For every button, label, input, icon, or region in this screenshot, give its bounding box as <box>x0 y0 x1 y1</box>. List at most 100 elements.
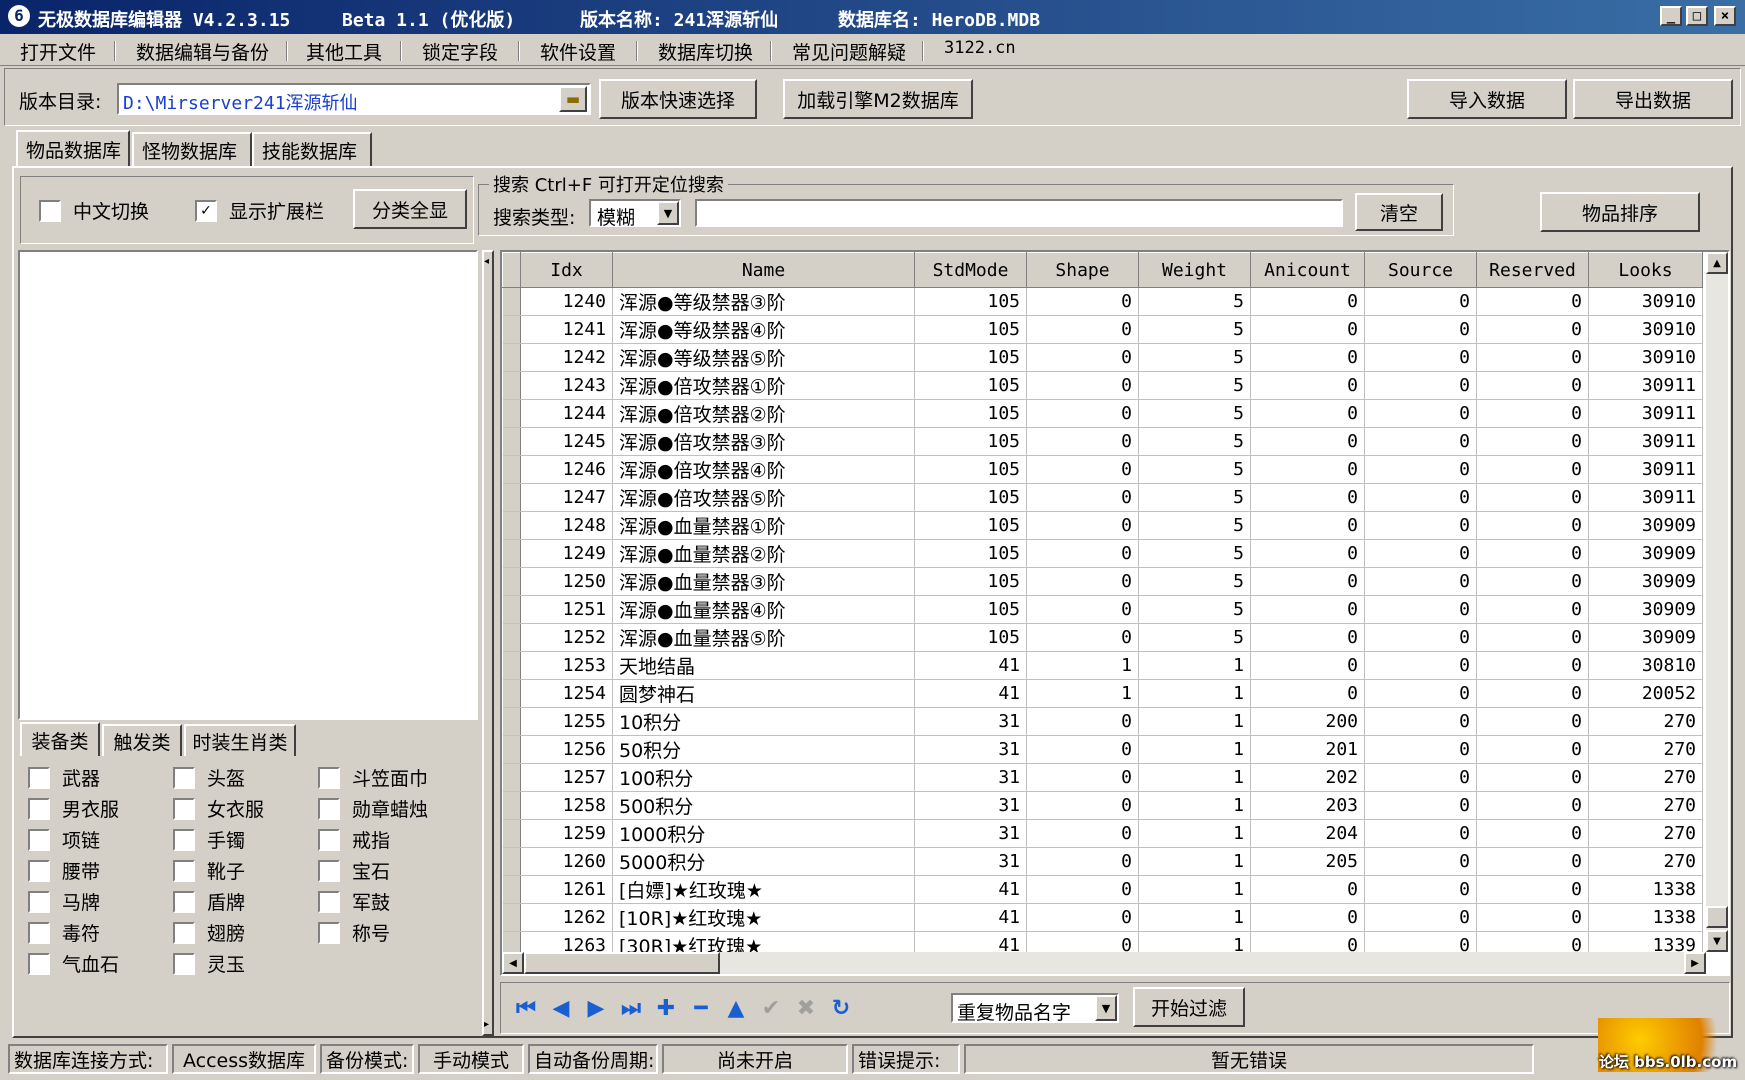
cell-shape[interactable]: 0 <box>1026 511 1139 540</box>
column-header-weight[interactable]: Weight <box>1138 252 1251 288</box>
cell-anicount[interactable]: 0 <box>1250 483 1365 512</box>
row-indicator[interactable] <box>502 623 521 652</box>
cell-anicount[interactable]: 0 <box>1250 903 1365 932</box>
cell-anicount[interactable]: 0 <box>1250 623 1365 652</box>
cell-shape[interactable]: 0 <box>1026 483 1139 512</box>
cell-source[interactable]: 0 <box>1364 315 1477 344</box>
cell-source[interactable]: 0 <box>1364 903 1477 932</box>
cell-shape[interactable]: 0 <box>1026 735 1139 764</box>
checkbox-box[interactable] <box>28 921 50 944</box>
cell-shape[interactable]: 0 <box>1026 903 1139 932</box>
cell-stdmode[interactable]: 31 <box>914 735 1027 764</box>
table-row[interactable]: 1258 500积分 31 0 1 203 0 0 270 <box>502 791 1703 820</box>
cell-weight[interactable]: 1 <box>1138 791 1251 820</box>
category-checkbox[interactable]: 武器 <box>28 764 100 791</box>
cell-name[interactable]: 浑源●等级禁器⑤阶 <box>612 343 915 372</box>
cell-weight[interactable]: 5 <box>1138 427 1251 456</box>
cell-source[interactable]: 0 <box>1364 427 1477 456</box>
cell-looks[interactable]: 270 <box>1588 707 1703 736</box>
cell-weight[interactable]: 5 <box>1138 623 1251 652</box>
cell-source[interactable]: 0 <box>1364 399 1477 428</box>
cell-looks[interactable]: 270 <box>1588 847 1703 876</box>
cell-shape[interactable]: 0 <box>1026 819 1139 848</box>
cell-reserved[interactable]: 0 <box>1476 455 1589 484</box>
cell-idx[interactable]: 1250 <box>520 567 613 596</box>
post-record-icon[interactable]: ✔ <box>756 993 786 1023</box>
row-indicator[interactable] <box>502 595 521 624</box>
cell-anicount[interactable]: 200 <box>1250 707 1365 736</box>
scroll-left-icon[interactable]: ◀ <box>502 952 524 974</box>
checkbox-box[interactable] <box>28 828 50 851</box>
table-row[interactable]: 1243 浑源●倍攻禁器①阶 105 0 5 0 0 0 30911 <box>502 371 1703 400</box>
prior-record-icon[interactable]: ◀ <box>546 993 576 1023</box>
cell-idx[interactable]: 1244 <box>520 399 613 428</box>
show-all-button[interactable]: 分类全显 <box>353 189 467 229</box>
close-button[interactable]: × <box>1714 6 1736 26</box>
cell-anicount[interactable]: 0 <box>1250 679 1365 708</box>
checkbox-checked-icon[interactable]: ✓ <box>195 199 217 222</box>
cell-name[interactable]: 圆梦神石 <box>612 679 915 708</box>
cell-stdmode[interactable]: 105 <box>914 427 1027 456</box>
cell-reserved[interactable]: 0 <box>1476 623 1589 652</box>
cell-name[interactable]: 500积分 <box>612 791 915 820</box>
column-header-idx[interactable]: Idx <box>520 252 613 288</box>
row-indicator[interactable] <box>502 455 521 484</box>
row-indicator[interactable] <box>502 819 521 848</box>
category-checkbox[interactable]: 靴子 <box>173 857 245 884</box>
cell-name[interactable]: 100积分 <box>612 763 915 792</box>
table-row[interactable]: 1254 圆梦神石 41 1 1 0 0 0 20052 <box>502 679 1703 708</box>
cell-weight[interactable]: 5 <box>1138 455 1251 484</box>
row-indicator[interactable] <box>502 399 521 428</box>
table-row[interactable]: 1257 100积分 31 0 1 202 0 0 270 <box>502 763 1703 792</box>
tab-trigger[interactable]: 触发类 <box>102 724 182 756</box>
cell-shape[interactable]: 0 <box>1026 287 1139 316</box>
menu-site[interactable]: 3122.cn <box>944 38 1016 58</box>
cell-source[interactable]: 0 <box>1364 287 1477 316</box>
table-row[interactable]: 1250 浑源●血量禁器③阶 105 0 5 0 0 0 30909 <box>502 567 1703 596</box>
next-record-icon[interactable]: ▶ <box>581 993 611 1023</box>
cell-stdmode[interactable]: 41 <box>914 651 1027 680</box>
table-row[interactable]: 1242 浑源●等级禁器⑤阶 105 0 5 0 0 0 30910 <box>502 343 1703 372</box>
cell-weight[interactable]: 5 <box>1138 371 1251 400</box>
folder-icon[interactable]: ▬ <box>559 86 587 112</box>
checkbox-box[interactable] <box>28 797 50 820</box>
cell-stdmode[interactable]: 105 <box>914 623 1027 652</box>
cell-anicount[interactable]: 0 <box>1250 399 1365 428</box>
horizontal-scrollbar[interactable]: ◀ ▶ <box>502 952 1706 974</box>
cell-looks[interactable]: 30910 <box>1588 287 1703 316</box>
cell-weight[interactable]: 5 <box>1138 399 1251 428</box>
cell-name[interactable]: 浑源●倍攻禁器⑤阶 <box>612 483 915 512</box>
checkbox-box[interactable] <box>173 766 195 789</box>
cell-shape[interactable]: 0 <box>1026 315 1139 344</box>
cell-weight[interactable]: 1 <box>1138 735 1251 764</box>
table-row[interactable]: 1256 50积分 31 0 1 201 0 0 270 <box>502 735 1703 764</box>
row-indicator[interactable] <box>502 875 521 904</box>
checkbox-box[interactable] <box>28 859 50 882</box>
cell-name[interactable]: 浑源●倍攻禁器①阶 <box>612 371 915 400</box>
minimize-button[interactable]: _ <box>1660 6 1682 26</box>
cell-idx[interactable]: 1257 <box>520 763 613 792</box>
cell-idx[interactable]: 1253 <box>520 651 613 680</box>
cell-idx[interactable]: 1241 <box>520 315 613 344</box>
cell-weight[interactable]: 1 <box>1138 903 1251 932</box>
checkbox-box[interactable] <box>173 890 195 913</box>
scroll-thumb[interactable] <box>1706 906 1728 928</box>
cell-stdmode[interactable]: 105 <box>914 315 1027 344</box>
cell-stdmode[interactable]: 31 <box>914 763 1027 792</box>
row-indicator[interactable] <box>502 679 521 708</box>
cell-weight[interactable]: 5 <box>1138 343 1251 372</box>
cell-stdmode[interactable]: 41 <box>914 903 1027 932</box>
filter-select[interactable]: 重复物品名字 ▼ <box>951 993 1119 1024</box>
cell-source[interactable]: 0 <box>1364 735 1477 764</box>
cell-looks[interactable]: 270 <box>1588 791 1703 820</box>
table-row[interactable]: 1253 天地结晶 41 1 1 0 0 0 30810 <box>502 651 1703 680</box>
tab-items[interactable]: 物品数据库 <box>16 130 130 166</box>
scroll-down-icon[interactable]: ▼ <box>1706 930 1728 952</box>
category-checkbox[interactable]: 宝石 <box>318 857 390 884</box>
cell-weight[interactable]: 1 <box>1138 763 1251 792</box>
cell-anicount[interactable]: 0 <box>1250 567 1365 596</box>
tab-skills[interactable]: 技能数据库 <box>252 132 372 166</box>
menu-db-switch[interactable]: 数据库切换 <box>658 38 753 65</box>
cell-reserved[interactable]: 0 <box>1476 763 1589 792</box>
search-type-select[interactable]: 模糊 ▼ <box>589 199 681 229</box>
